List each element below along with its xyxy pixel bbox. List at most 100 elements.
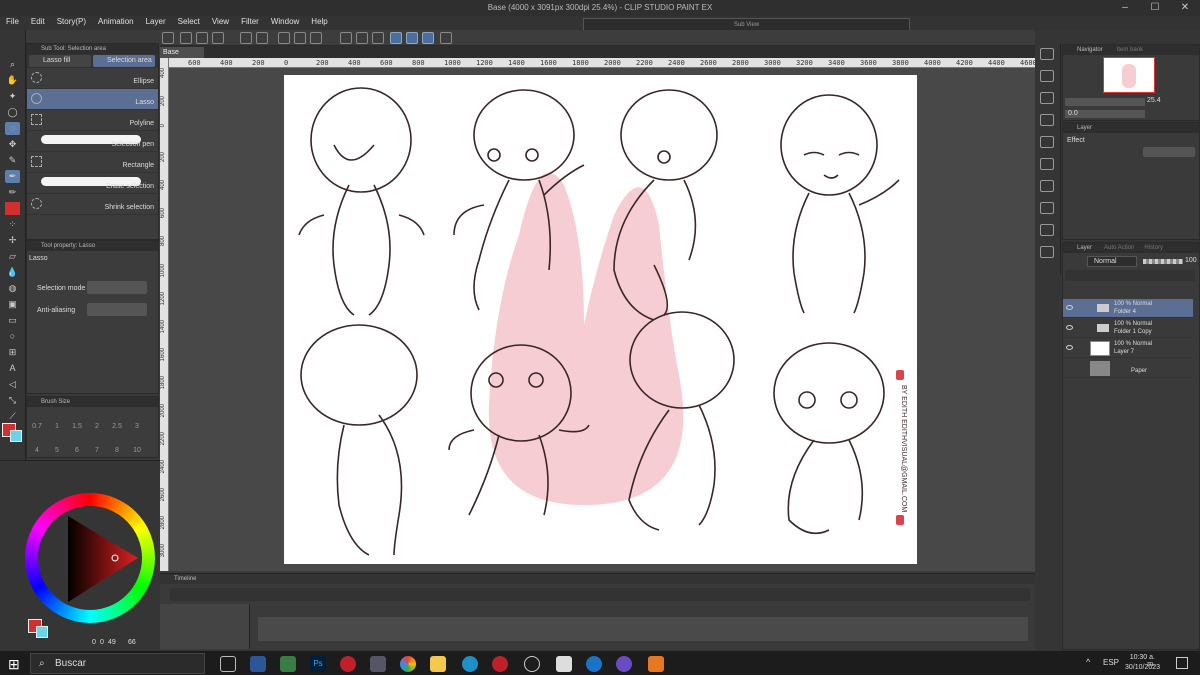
menu-select[interactable]: Select (172, 16, 206, 27)
app-icon-orange[interactable] (648, 656, 664, 672)
size-4[interactable]: 4 (29, 447, 45, 454)
task-view-icon[interactable] (220, 656, 236, 672)
app-icon-gray[interactable] (370, 656, 386, 672)
balloon-icon[interactable]: ◁ (5, 378, 20, 391)
figure-icon[interactable]: ▭ (5, 314, 20, 327)
layer-options-bar[interactable] (1065, 270, 1195, 281)
navigator-preview[interactable] (1103, 57, 1155, 93)
size-2.5[interactable]: 2.5 (109, 423, 125, 430)
eraser-icon[interactable]: ▱ (5, 250, 20, 263)
app-icon[interactable] (162, 32, 174, 44)
menu-layer[interactable]: Layer (140, 16, 172, 27)
clear-icon[interactable] (278, 32, 290, 44)
navigator-tab[interactable]: Navigator (1077, 47, 1103, 53)
new-icon[interactable] (180, 32, 192, 44)
sub-color-swatch[interactable] (10, 430, 22, 442)
app-icon-purple[interactable] (616, 656, 632, 672)
size-7[interactable]: 7 (89, 447, 105, 454)
menu-filter[interactable]: Filter (235, 16, 265, 27)
edge-icon[interactable] (462, 656, 478, 672)
anti-aliasing-buttons[interactable] (87, 303, 147, 316)
clock-date[interactable]: 30/10/2023 (1125, 664, 1160, 671)
merge-icon[interactable] (1040, 136, 1054, 148)
open-icon[interactable] (196, 32, 208, 44)
selection-tool-icon[interactable]: ◌ (5, 122, 20, 135)
subtool-rectangle[interactable]: Rectangle (27, 152, 158, 173)
new-vector-layer-icon[interactable] (1040, 70, 1054, 82)
size-0.7[interactable]: 0.7 (29, 423, 45, 430)
airbrush-icon[interactable]: ⁘ (5, 218, 20, 231)
size-2[interactable]: 2 (89, 423, 105, 430)
app-icon-blue[interactable] (586, 656, 602, 672)
selection-mode-buttons[interactable] (87, 281, 147, 294)
correct-line-icon[interactable]: ⤡ (5, 394, 20, 407)
visibility-eye-icon[interactable] (1066, 305, 1073, 310)
subtool-shrink-selection[interactable]: Shrink selection (27, 194, 158, 215)
layer-row-paper[interactable]: Paper (1063, 359, 1193, 378)
layer-tab[interactable]: Layer (1077, 245, 1092, 251)
help-icon[interactable] (440, 32, 452, 44)
hand-icon[interactable]: ✋ (5, 74, 20, 87)
clip-studio-icon[interactable] (524, 656, 540, 672)
size-3[interactable]: 3 (129, 423, 145, 430)
copy-layer-icon[interactable] (1040, 158, 1054, 170)
size-8[interactable]: 8 (109, 447, 125, 454)
color-sub-swatch[interactable] (36, 626, 48, 638)
windows-start-icon[interactable]: ⊞ (8, 656, 24, 672)
timeline-controls[interactable] (170, 588, 1030, 601)
timeline-track[interactable] (258, 617, 1028, 641)
new-raster-layer-icon[interactable] (1040, 48, 1054, 60)
history-tab[interactable]: History (1144, 245, 1163, 251)
subtool-selection-pen[interactable]: Selection pen (27, 131, 158, 152)
frame-icon[interactable]: ○ (5, 330, 20, 343)
color-picker-icon[interactable]: ⟋ (5, 410, 20, 423)
mask-icon[interactable] (1040, 180, 1054, 192)
size-1[interactable]: 1 (49, 423, 65, 430)
size-5[interactable]: 5 (49, 447, 65, 454)
invert-selection-icon[interactable] (356, 32, 368, 44)
menu-story[interactable]: Story(P) (51, 16, 92, 27)
visibility-eye-icon[interactable] (1066, 325, 1073, 330)
subtool-ellipse[interactable]: Ellipse (27, 68, 158, 89)
layer-property-tab[interactable]: Layer (1077, 125, 1092, 131)
fill-icon[interactable] (310, 32, 322, 44)
transform-icon[interactable] (294, 32, 306, 44)
transfer-down-icon[interactable] (1040, 114, 1054, 126)
opera-icon[interactable] (340, 656, 356, 672)
calculator-icon[interactable] (250, 656, 266, 672)
opera-gx-icon[interactable] (492, 656, 508, 672)
eyedropper-icon[interactable]: ✎ (5, 154, 20, 167)
subtool-erase-selection[interactable]: Erase selection (27, 173, 158, 194)
deselect-icon[interactable] (340, 32, 352, 44)
menu-window[interactable]: Window (265, 16, 305, 27)
size-1.5[interactable]: 1.5 (69, 423, 85, 430)
menu-file[interactable]: File (0, 16, 25, 27)
maximize-button[interactable]: ☐ (1140, 0, 1170, 16)
menu-edit[interactable]: Edit (25, 16, 51, 27)
decoration-icon[interactable]: ✢ (5, 234, 20, 247)
subtool-lasso[interactable]: Lasso (27, 89, 158, 110)
timeline-layer-list[interactable] (160, 604, 250, 649)
subtool-polyline[interactable]: Polyline (27, 110, 158, 131)
snap-grid-icon[interactable] (422, 32, 434, 44)
tab-lasso-fill[interactable]: Lasso fill (29, 55, 91, 67)
pen-icon[interactable]: ✒ (5, 170, 20, 183)
text-icon[interactable]: A (5, 362, 20, 375)
delete-layer-icon[interactable] (1040, 202, 1054, 214)
drawing-canvas[interactable]: BY EDITH EDITHVISUAL@GMAIL.COM (284, 75, 917, 564)
blend-icon[interactable]: 💧 (5, 266, 20, 279)
tray-chevron-icon[interactable]: ^ (1086, 657, 1090, 667)
document-tab[interactable]: Base (160, 47, 204, 58)
brush-icon[interactable] (5, 202, 20, 215)
fill-tool-icon[interactable]: ◍ (5, 282, 20, 295)
app-icon-green[interactable] (280, 656, 296, 672)
saturation-triangle[interactable] (38, 506, 142, 610)
snap-ruler-icon[interactable] (390, 32, 402, 44)
redo-icon[interactable] (256, 32, 268, 44)
blend-mode-select[interactable]: Normal (1087, 256, 1137, 267)
visibility-eye-icon[interactable] (1066, 345, 1073, 350)
apply-mask-icon[interactable] (1040, 246, 1054, 258)
menu-animation[interactable]: Animation (92, 16, 140, 27)
gradient-icon[interactable]: ▣ (5, 298, 20, 311)
clip-studio-paint-icon[interactable] (556, 656, 572, 672)
